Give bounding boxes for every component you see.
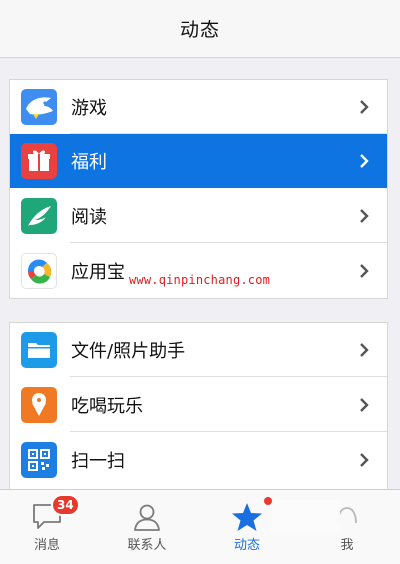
row-label: 游戏 [71, 98, 107, 119]
chevron-right-icon [360, 398, 369, 412]
tab-label: 我 [340, 538, 354, 553]
row-app-store[interactable]: 应用宝 [10, 244, 387, 298]
chevron-right-icon [360, 343, 369, 357]
row-label: 扫一扫 [71, 451, 125, 472]
chevron-right-icon [360, 100, 369, 114]
chevron-right-icon [360, 264, 369, 278]
top-navigation-bar: 动态 [0, 0, 400, 58]
qr-scan-icon [21, 442, 57, 478]
tab-label: 联系人 [127, 538, 167, 553]
feather-icon [21, 198, 57, 234]
feature-group-2: 文件/照片助手 吃喝玩乐 扫一扫 [9, 322, 388, 489]
tab-label: 消息 [33, 538, 60, 553]
watermark-text: www.qinpinchang.com [129, 273, 271, 287]
row-games[interactable]: 游戏 [10, 80, 387, 134]
tab-contacts[interactable]: 联系人 [107, 490, 187, 564]
row-food-fun[interactable]: 吃喝玩乐 [10, 378, 387, 432]
row-reading[interactable]: 阅读 [10, 189, 387, 243]
ice-cream-icon [21, 387, 57, 423]
folder-icon [21, 332, 57, 368]
row-file-photo-assistant[interactable]: 文件/照片助手 [10, 323, 387, 377]
row-label: 阅读 [71, 207, 107, 228]
app-store-icon [21, 253, 57, 289]
star-icon [232, 503, 262, 531]
tab-label: 动态 [233, 538, 260, 553]
notification-dot [264, 497, 272, 505]
bottom-tab-bar: 34 消息 联系人 动态 我 [0, 489, 400, 564]
row-label: 应用宝 [71, 262, 125, 283]
gift-icon [21, 143, 57, 179]
unread-badge: 34 [51, 494, 80, 516]
row-welfare[interactable]: 福利 [10, 134, 387, 188]
row-label: 吃喝玩乐 [71, 396, 143, 417]
chevron-right-icon [360, 453, 369, 467]
feature-group-1: 游戏 福利 阅读 应用宝 [9, 79, 388, 299]
row-scan[interactable]: 扫一扫 [10, 433, 387, 487]
chevron-right-icon [360, 209, 369, 223]
row-label: 文件/照片助手 [71, 341, 186, 362]
row-label: 福利 [71, 152, 107, 173]
contact-person-icon [134, 504, 160, 531]
page-title: 动态 [179, 19, 220, 41]
blur-overlay [270, 500, 340, 534]
chevron-right-icon [360, 154, 369, 168]
game-shark-icon [21, 89, 57, 125]
tab-messages[interactable]: 34 消息 [7, 490, 87, 564]
